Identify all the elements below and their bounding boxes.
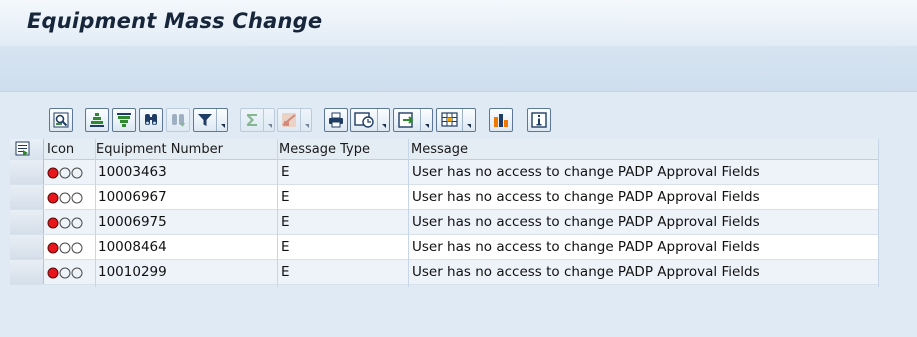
empty-area bbox=[0, 287, 917, 337]
total-icon bbox=[247, 114, 257, 126]
info-icon bbox=[531, 112, 547, 128]
info-button[interactable] bbox=[527, 108, 551, 132]
row-selector[interactable] bbox=[10, 210, 44, 234]
column-divider bbox=[95, 139, 96, 287]
column-divider bbox=[277, 139, 278, 287]
message-cell: User has no access to change PADP Approv… bbox=[412, 239, 760, 255]
export-button[interactable] bbox=[393, 108, 433, 132]
select-all-icon bbox=[15, 141, 30, 156]
message-cell: User has no access to change PADP Approv… bbox=[412, 189, 760, 205]
filter-button[interactable] bbox=[193, 108, 228, 132]
sort-descending-button[interactable] bbox=[112, 108, 136, 132]
row-selector[interactable] bbox=[10, 160, 44, 184]
export-dropdown-arrow[interactable] bbox=[420, 109, 430, 131]
column-header-icon[interactable]: Icon bbox=[47, 142, 74, 157]
equipment-number-cell: 10006975 bbox=[98, 214, 167, 230]
red-status-light-icon bbox=[47, 192, 83, 204]
table-row[interactable]: 10006967 E User has no access to change … bbox=[10, 185, 879, 210]
message-type-cell: E bbox=[281, 239, 290, 255]
select-all-button[interactable] bbox=[10, 139, 44, 160]
row-selector[interactable] bbox=[10, 235, 44, 259]
red-status-light-icon bbox=[47, 267, 83, 279]
total-dropdown-arrow[interactable] bbox=[263, 109, 273, 131]
column-divider bbox=[878, 139, 879, 287]
title-bar: Equipment Mass Change bbox=[0, 0, 917, 46]
column-divider bbox=[408, 139, 409, 287]
views-icon bbox=[354, 112, 374, 128]
red-status-light-icon bbox=[47, 242, 83, 254]
equipment-number-cell: 10006967 bbox=[98, 189, 167, 205]
export-icon bbox=[398, 112, 414, 128]
subtotal-dropdown-arrow[interactable] bbox=[300, 109, 310, 131]
row-selector[interactable] bbox=[10, 185, 44, 209]
sort-descending-icon bbox=[117, 113, 131, 127]
total-button[interactable] bbox=[240, 108, 275, 132]
table-row[interactable]: 10006975 E User has no access to change … bbox=[10, 210, 879, 235]
filter-dropdown-arrow[interactable] bbox=[216, 109, 226, 131]
print-preview-button[interactable] bbox=[324, 108, 348, 132]
column-header-equipment-number[interactable]: Equipment Number bbox=[96, 142, 223, 157]
sort-ascending-icon bbox=[90, 113, 104, 127]
subtotal-icon bbox=[282, 113, 296, 127]
red-status-light-icon bbox=[47, 217, 83, 229]
column-header-message[interactable]: Message bbox=[411, 142, 468, 157]
layout-button[interactable] bbox=[436, 108, 476, 132]
sort-ascending-button[interactable] bbox=[85, 108, 109, 132]
equipment-number-cell: 10010299 bbox=[98, 264, 167, 280]
page-title: Equipment Mass Change bbox=[27, 9, 323, 33]
views-dropdown-arrow[interactable] bbox=[377, 109, 387, 131]
table-row[interactable]: 10008464 E User has no access to change … bbox=[10, 235, 879, 260]
alv-toolbar bbox=[0, 104, 917, 136]
message-cell: User has no access to change PADP Approv… bbox=[412, 214, 760, 230]
details-icon bbox=[53, 112, 69, 128]
message-cell: User has no access to change PADP Approv… bbox=[412, 264, 760, 280]
column-header-message-type[interactable]: Message Type bbox=[279, 142, 370, 157]
graphic-icon bbox=[494, 114, 508, 127]
message-type-cell: E bbox=[281, 214, 290, 230]
equipment-number-cell: 10008464 bbox=[98, 239, 167, 255]
message-type-cell: E bbox=[281, 189, 290, 205]
layout-dropdown-arrow[interactable] bbox=[462, 109, 472, 131]
find-next-button[interactable] bbox=[166, 108, 190, 132]
row-selector[interactable] bbox=[10, 260, 44, 284]
subtotal-button[interactable] bbox=[277, 108, 312, 132]
details-button[interactable] bbox=[49, 108, 73, 132]
find-next-icon bbox=[172, 114, 185, 127]
find-button[interactable] bbox=[139, 108, 163, 132]
print-preview-icon bbox=[329, 112, 343, 128]
layout-icon bbox=[441, 112, 458, 127]
graphic-button[interactable] bbox=[489, 108, 513, 132]
red-status-light-icon bbox=[47, 167, 83, 179]
table-row[interactable]: 10003463 E User has no access to change … bbox=[10, 160, 879, 185]
grid-header: Icon Equipment Number Message Type Messa… bbox=[10, 139, 879, 160]
message-type-cell: E bbox=[281, 164, 290, 180]
equipment-number-cell: 10003463 bbox=[98, 164, 167, 180]
table-row[interactable]: 10010299 E User has no access to change … bbox=[10, 260, 879, 285]
application-toolbar bbox=[0, 46, 917, 92]
find-icon bbox=[145, 114, 157, 125]
filter-icon bbox=[198, 114, 212, 126]
message-type-cell: E bbox=[281, 264, 290, 280]
views-button[interactable] bbox=[350, 108, 390, 132]
message-cell: User has no access to change PADP Approv… bbox=[412, 164, 760, 180]
